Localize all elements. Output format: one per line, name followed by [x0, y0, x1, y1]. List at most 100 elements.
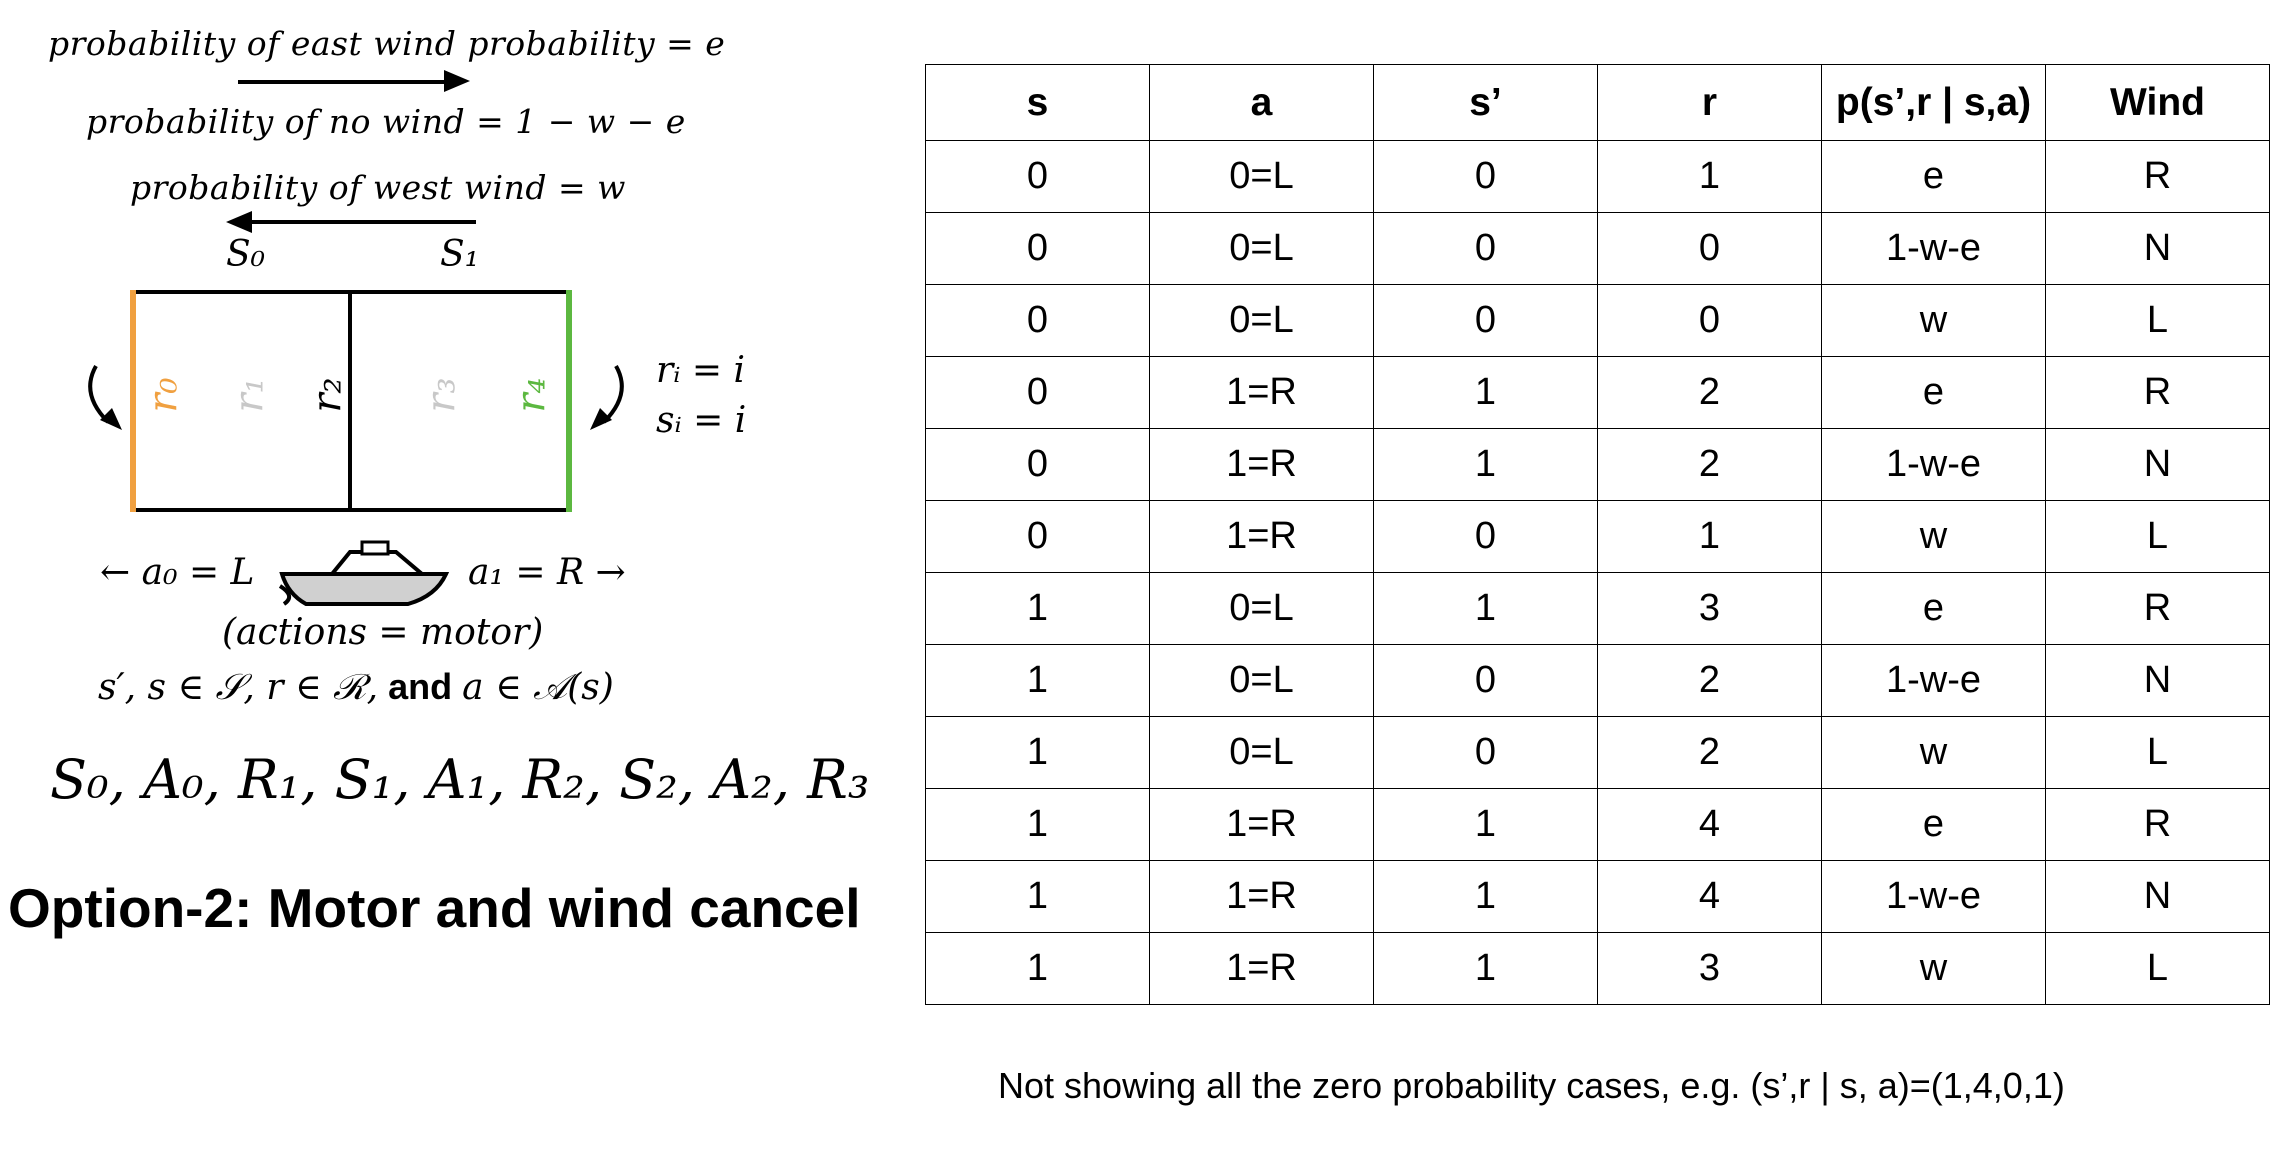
- reward-index-equation: rᵢ = i: [656, 350, 746, 391]
- cell-wind: R: [2045, 356, 2270, 429]
- cell-s: 0: [925, 428, 1150, 501]
- cell-probability: w: [1821, 500, 2046, 573]
- action-left-label: ← a₀ = L: [100, 552, 255, 593]
- cell-s: 1: [925, 860, 1150, 933]
- transition-table: s a s’ r p(s’,r | s,a) Wind 0 0=L 0 1 e R 0 0=L…: [925, 64, 2270, 1005]
- table-row: 1 0=L 0 2 1-w-e N: [925, 644, 2270, 717]
- reward-r2-label: r₂: [304, 377, 351, 413]
- cell-s: 0: [925, 356, 1150, 429]
- table-row: 1 1=R 1 4 e R: [925, 788, 2270, 861]
- cell-s-prime: 1: [1373, 932, 1598, 1005]
- cell-r: 2: [1597, 644, 1822, 717]
- cell-s: 1: [925, 644, 1150, 717]
- west-wind-equation: probability of west wind = w: [130, 168, 626, 207]
- table-row: 0 1=R 0 1 w L: [925, 500, 2270, 573]
- cell-s-prime: 0: [1373, 716, 1598, 789]
- table-row: 0 1=R 1 2 e R: [925, 356, 2270, 429]
- table-row: 1 1=R 1 4 1-w-e N: [925, 860, 2270, 933]
- table-row: 0 0=L 0 0 1-w-e N: [925, 212, 2270, 285]
- east-arrow-icon: [444, 70, 470, 92]
- cell-r: 1: [1597, 140, 1822, 213]
- cell-wind: R: [2045, 572, 2270, 645]
- cell-r: 2: [1597, 716, 1822, 789]
- no-wind-equation: probability of no wind = 1 − w − e: [86, 102, 686, 141]
- header-probability: p(s’,r | s,a): [1821, 64, 2046, 141]
- reward-r0-label: r₀: [140, 377, 187, 413]
- cell-a: 0=L: [1149, 284, 1374, 357]
- cell-s-prime: 1: [1373, 428, 1598, 501]
- left-curved-arrow-icon: [88, 365, 122, 430]
- cell-r: 0: [1597, 284, 1822, 357]
- cell-s: 0: [925, 212, 1150, 285]
- cell-s-prime: 0: [1373, 140, 1598, 213]
- cell-a: 1=R: [1149, 500, 1374, 573]
- table-header-row: s a s’ r p(s’,r | s,a) Wind: [925, 64, 2270, 141]
- cell-r: 0: [1597, 212, 1822, 285]
- cell-r: 3: [1597, 572, 1822, 645]
- cell-a: 0=L: [1149, 716, 1374, 789]
- west-arrow-line: [250, 220, 476, 224]
- option-title: Option-2: Motor and wind cancel: [8, 877, 861, 939]
- sets-math-text: s′, s ∈ 𝒮, r ∈ ℛ,: [98, 667, 379, 708]
- sets-action-text: a ∈ 𝒜(s): [462, 667, 614, 708]
- cell-a: 1=R: [1149, 860, 1374, 933]
- cell-probability: 1-w-e: [1821, 644, 2046, 717]
- cell-wind: R: [2045, 140, 2270, 213]
- motorboat-icon: [278, 540, 450, 606]
- cell-probability: w: [1821, 716, 2046, 789]
- cell-probability: e: [1821, 356, 2046, 429]
- cell-wind: L: [2045, 284, 2270, 357]
- header-s: s: [925, 64, 1150, 141]
- west-arrow-icon: [226, 211, 252, 233]
- cell-a: 0=L: [1149, 644, 1374, 717]
- cell-s-prime: 0: [1373, 644, 1598, 717]
- reward-r4-label: r₄: [508, 377, 555, 413]
- cell-r: 4: [1597, 860, 1822, 933]
- header-a: a: [1149, 64, 1374, 141]
- cell-a: 1=R: [1149, 788, 1374, 861]
- cell-a: 1=R: [1149, 428, 1374, 501]
- table-row: 0 0=L 0 0 w L: [925, 284, 2270, 357]
- cell-r: 2: [1597, 356, 1822, 429]
- cell-probability: w: [1821, 932, 2046, 1005]
- cell-r: 2: [1597, 428, 1822, 501]
- cell-s: 1: [925, 932, 1150, 1005]
- cell-s: 0: [925, 140, 1150, 213]
- cell-s: 1: [925, 572, 1150, 645]
- cell-s: 0: [925, 500, 1150, 573]
- cell-wind: L: [2045, 716, 2270, 789]
- cell-probability: 1-w-e: [1821, 428, 2046, 501]
- cell-r: 3: [1597, 932, 1822, 1005]
- action-right-label: a₁ = R →: [468, 552, 626, 593]
- east-wind-equation: probability of east wind probability = e: [48, 24, 726, 63]
- cell-probability: e: [1821, 788, 2046, 861]
- table-row: 1 1=R 1 3 w L: [925, 932, 2270, 1005]
- left-wall-orange: [130, 290, 136, 512]
- cell-s-prime: 0: [1373, 284, 1598, 357]
- cell-wind: R: [2045, 788, 2270, 861]
- table-row: 1 0=L 1 3 e R: [925, 572, 2270, 645]
- cell-probability: w: [1821, 284, 2046, 357]
- right-curved-arrow-icon: [590, 365, 624, 430]
- cell-r: 4: [1597, 788, 1822, 861]
- actions-caption: (actions = motor): [222, 612, 544, 653]
- cell-probability: e: [1821, 572, 2046, 645]
- right-wall-green: [566, 290, 572, 512]
- table-row: 0 1=R 1 2 1-w-e N: [925, 428, 2270, 501]
- cell-r: 1: [1597, 500, 1822, 573]
- cell-wind: N: [2045, 212, 2270, 285]
- header-r: r: [1597, 64, 1822, 141]
- cell-a: 0=L: [1149, 140, 1374, 213]
- sets-and-text: and: [388, 666, 453, 707]
- cell-s-prime: 0: [1373, 500, 1598, 573]
- cell-a: 1=R: [1149, 356, 1374, 429]
- cell-wind: N: [2045, 644, 2270, 717]
- cell-s-prime: 1: [1373, 788, 1598, 861]
- cell-s-prime: 0: [1373, 212, 1598, 285]
- cell-wind: L: [2045, 500, 2270, 573]
- footnote: Not showing all the zero probability cas…: [998, 1065, 2065, 1106]
- cell-probability: 1-w-e: [1821, 860, 2046, 933]
- east-arrow-line: [238, 80, 448, 84]
- cell-s: 0: [925, 284, 1150, 357]
- cell-a: 0=L: [1149, 572, 1374, 645]
